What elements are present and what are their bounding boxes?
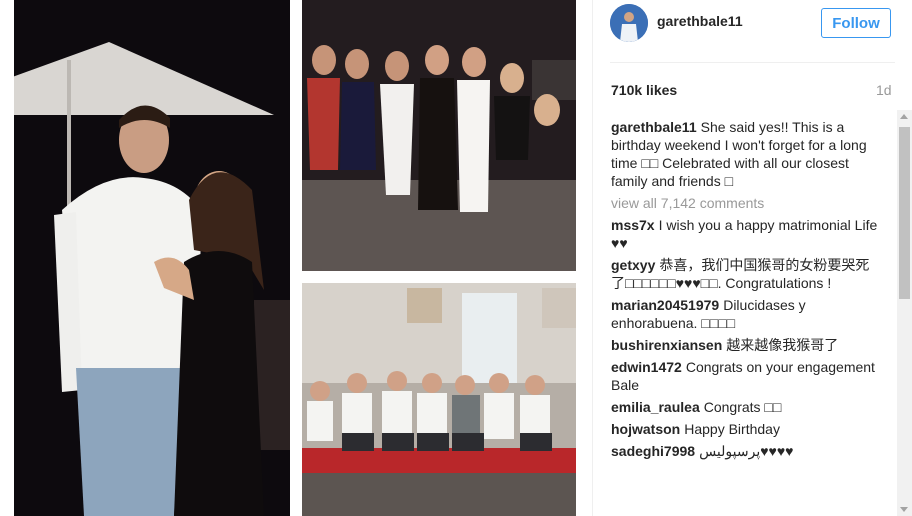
- post-side-panel: garethbale11 Follow 710k likes 1d gareth…: [592, 0, 912, 516]
- comment-username[interactable]: garethbale11: [611, 119, 697, 135]
- username-link[interactable]: garethbale11: [657, 13, 743, 29]
- comment-text: 越来越像我猴哥了: [726, 337, 839, 353]
- list-item: hojwatson Happy Birthday: [611, 420, 883, 438]
- comment-username[interactable]: edwin1472: [611, 359, 682, 375]
- comment-username[interactable]: marian20451979: [611, 297, 719, 313]
- list-item: bushirenxiansen 越来越像我猴哥了: [611, 336, 883, 354]
- post-photo-collage[interactable]: [0, 0, 592, 516]
- list-item: marian20451979 Dilucidases y enhorabuena.…: [611, 296, 883, 332]
- group-photo-men[interactable]: [302, 283, 576, 516]
- caption-comment: garethbale11 She said yes!! This is a bir…: [611, 118, 883, 190]
- comment-username[interactable]: emilia_raulea: [611, 399, 700, 415]
- header-divider: [610, 62, 895, 63]
- scrollbar-thumb[interactable]: [899, 127, 910, 299]
- arrow-down-icon[interactable]: [900, 507, 908, 512]
- list-item: emilia_raulea Congrats □□: [611, 398, 883, 416]
- comment-text: پرسپولیس♥♥♥♥: [699, 443, 794, 459]
- comment-username[interactable]: sadeghi7998: [611, 443, 695, 459]
- view-all-comments-link[interactable]: view all 7,142 comments: [611, 194, 883, 212]
- post-timestamp[interactable]: 1d: [876, 82, 892, 98]
- list-item: sadeghi7998 پرسپولیس♥♥♥♥: [611, 442, 883, 460]
- comment-username[interactable]: hojwatson: [611, 421, 680, 437]
- list-item: edwin1472 Congrats on your engagement Bal…: [611, 358, 883, 394]
- likes-count[interactable]: 710k likes: [611, 82, 677, 98]
- follow-button[interactable]: Follow: [821, 8, 891, 38]
- comments-list: garethbale11 She said yes!! This is a bir…: [611, 118, 883, 464]
- avatar[interactable]: [610, 4, 648, 42]
- comment-username[interactable]: bushirenxiansen: [611, 337, 722, 353]
- post-header: garethbale11 Follow: [593, 0, 912, 62]
- comment-username[interactable]: getxyy: [611, 257, 655, 273]
- list-item: mss7x I wish you a happy matrimonial Life…: [611, 216, 883, 252]
- arrow-up-icon[interactable]: [900, 114, 908, 119]
- comment-username[interactable]: mss7x: [611, 217, 655, 233]
- comment-text: Happy Birthday: [684, 421, 780, 437]
- couple-photo[interactable]: [14, 0, 290, 516]
- comment-text: Congrats □□: [703, 399, 782, 415]
- comments-scrollbar[interactable]: [897, 110, 912, 516]
- list-item: getxyy 恭喜，我们中国猴哥的女粉要哭死了□□□□□□♥♥♥□□. Congr…: [611, 256, 883, 292]
- group-photo-women[interactable]: [302, 0, 576, 271]
